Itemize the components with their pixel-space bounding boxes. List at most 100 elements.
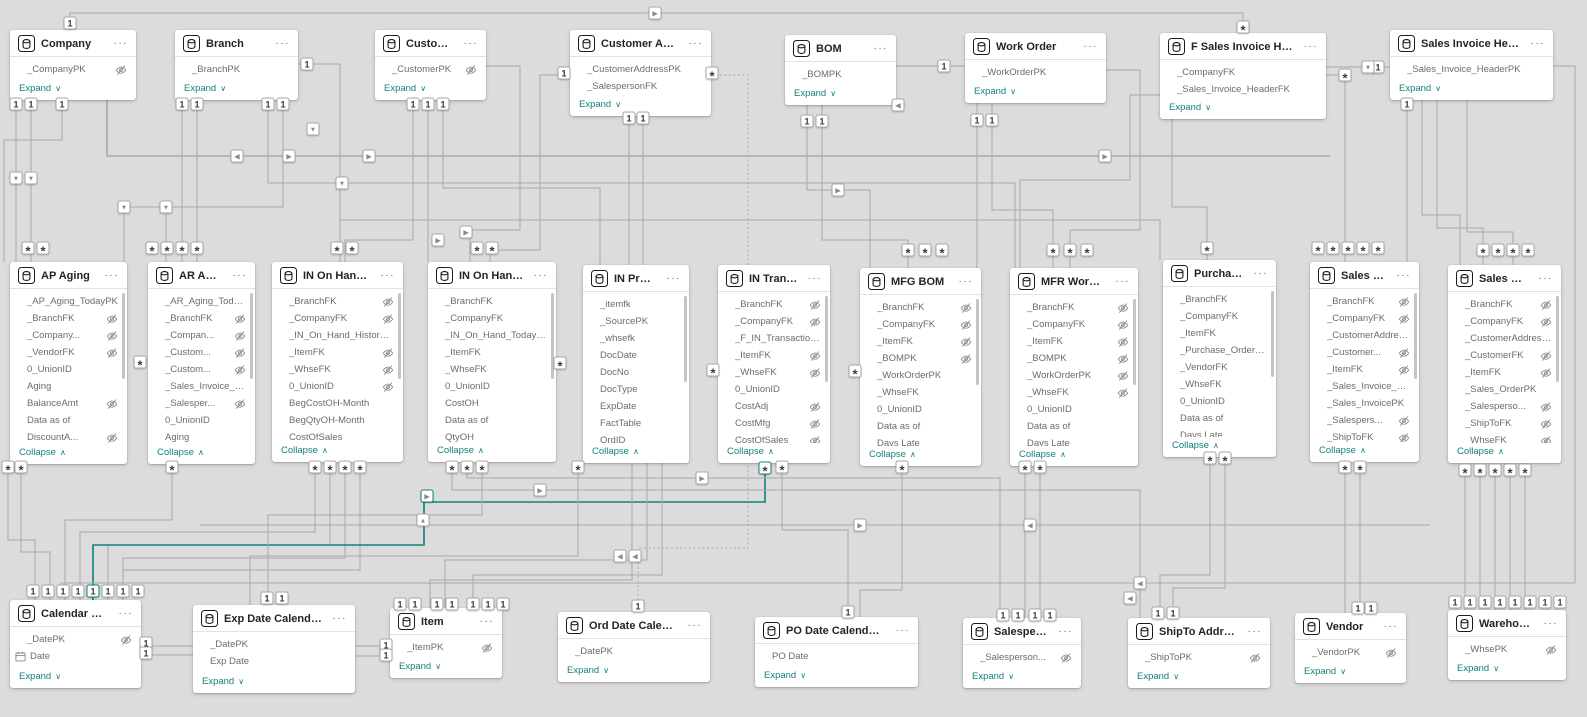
relationship-line[interactable]: [1173, 455, 1225, 618]
scrollbar-thumb[interactable]: [398, 293, 401, 379]
field-f-in-transactionpk[interactable]: _F_IN_TransactionPK: [718, 330, 830, 347]
hidden-eye-icon[interactable]: [1060, 652, 1072, 664]
field-whsefk[interactable]: _WhseFK: [718, 364, 830, 381]
hidden-eye-icon[interactable]: [1540, 401, 1552, 413]
collapse-toggle[interactable]: Collapse∧: [1310, 442, 1419, 462]
hidden-eye-icon[interactable]: [234, 330, 246, 342]
expand-toggle[interactable]: Expand∨: [965, 83, 1106, 103]
collapse-toggle[interactable]: Collapse∧: [718, 443, 830, 463]
field-workorderpk[interactable]: _WorkOrderPK: [860, 367, 981, 384]
relationship-line[interactable]: [992, 103, 1053, 268]
hidden-eye-icon[interactable]: [106, 432, 118, 444]
field-docno[interactable]: DocNo: [583, 364, 689, 381]
field-companyfk[interactable]: _CompanyFK: [1160, 64, 1326, 81]
field-company[interactable]: _Company...: [10, 327, 127, 344]
more-options-button[interactable]: ···: [476, 618, 495, 626]
field-whsefk[interactable]: _WhseFK: [1163, 376, 1276, 393]
field-0-unionid[interactable]: 0_UnionID: [860, 401, 981, 418]
field-datepk[interactable]: _DatePK: [10, 631, 141, 648]
more-options-button[interactable]: ···: [1244, 628, 1263, 636]
field-data-as-of[interactable]: Data as of: [860, 418, 981, 435]
field-salesper[interactable]: _Salesper...: [148, 395, 255, 412]
hidden-eye-icon[interactable]: [809, 316, 821, 328]
relationship-line[interactable]: [250, 464, 578, 605]
field-companyfk[interactable]: _CompanyFK: [428, 310, 556, 327]
table-card-mfr-work-order[interactable]: MFR Work Order···_BranchFK_CompanyFK_Ite…: [1010, 268, 1138, 466]
field-branchfk[interactable]: _BranchFK: [10, 310, 127, 327]
field-workorderpk[interactable]: _WorkOrderPK: [965, 64, 1106, 81]
more-options-button[interactable]: ···: [1380, 623, 1399, 631]
table-card-sales-invoice-header[interactable]: Sales Invoice Header···_Sales_Invoice_He…: [1390, 30, 1553, 100]
relationship-line[interactable]: [430, 462, 632, 608]
expand-toggle[interactable]: Expand∨: [1390, 80, 1553, 100]
hidden-eye-icon[interactable]: [382, 296, 394, 308]
relationship-line[interactable]: [1020, 95, 1160, 268]
more-options-button[interactable]: ···: [1535, 275, 1554, 283]
field-sales-invoice-headerpk[interactable]: _Sales_Invoice_HeaderPK: [1390, 61, 1553, 78]
more-options-button[interactable]: ···: [870, 45, 889, 53]
field-0-unionid[interactable]: 0_UnionID: [148, 412, 255, 429]
relationship-line[interactable]: [1172, 118, 1207, 260]
field-aging[interactable]: Aging: [148, 429, 255, 444]
field-itemfk[interactable]: _ItemFK: [1448, 364, 1561, 381]
more-options-button[interactable]: ···: [115, 610, 134, 618]
field-sales-invoice-headerfk[interactable]: _Sales_Invoice_HeaderFK: [1160, 81, 1326, 98]
field-whsefk[interactable]: _WhseFK: [428, 361, 556, 378]
hidden-eye-icon[interactable]: [1540, 367, 1552, 379]
more-options-button[interactable]: ···: [1393, 272, 1412, 280]
field-data-as-of[interactable]: Data as of: [428, 412, 556, 429]
more-options-button[interactable]: ···: [1250, 270, 1269, 278]
field-expdate[interactable]: ExpDate: [583, 398, 689, 415]
field-vendorfk[interactable]: _VendorFK: [10, 344, 127, 361]
table-card-f-sales-invoice-header[interactable]: F Sales Invoice Header···_CompanyFK_Sale…: [1160, 33, 1326, 119]
more-options-button[interactable]: ···: [1055, 628, 1074, 636]
hidden-eye-icon[interactable]: [234, 364, 246, 376]
field-days-late[interactable]: Days Late: [1010, 435, 1138, 446]
field-aging[interactable]: Aging: [10, 378, 127, 395]
field-begqtyoh-month[interactable]: BegQtyOH-Month: [272, 412, 403, 429]
hidden-eye-icon[interactable]: [809, 367, 821, 379]
field-sales-invoice-head[interactable]: _Sales_Invoice_Head...: [1310, 378, 1419, 395]
table-card-ar-aging[interactable]: AR Aging···_AR_Aging_TodayPK_BranchFK_Co…: [148, 262, 255, 464]
scrollbar-thumb[interactable]: [976, 299, 979, 385]
hidden-eye-icon[interactable]: [1545, 644, 1557, 656]
scrollbar-thumb[interactable]: [1556, 296, 1559, 382]
field-salesperson[interactable]: _Salesperson...: [963, 649, 1081, 666]
field-branchfk[interactable]: _BranchFK: [148, 310, 255, 327]
more-options-button[interactable]: ···: [229, 272, 248, 280]
table-card-calendar-fiscal[interactable]: Calendar Fiscal···_DatePKDateExpand∨: [10, 600, 141, 688]
more-options-button[interactable]: ···: [530, 272, 549, 280]
field-itemfk[interactable]: _ItemFK: [1010, 333, 1138, 350]
field-whsepk[interactable]: _WhsePK: [1448, 641, 1566, 658]
hidden-eye-icon[interactable]: [960, 302, 972, 314]
collapse-toggle[interactable]: Collapse∧: [10, 444, 127, 464]
field-customeraddressfk[interactable]: _CustomerAddressFK: [1310, 327, 1419, 344]
table-card-in-projection[interactable]: IN Projection···_itemfk_SourcePK_whsefkD…: [583, 265, 689, 463]
hidden-eye-icon[interactable]: [1398, 313, 1410, 325]
field-0-unionid[interactable]: 0_UnionID: [10, 361, 127, 378]
field-itempk[interactable]: _ItemPK: [390, 639, 502, 656]
expand-toggle[interactable]: Expand∨: [1128, 668, 1270, 688]
field-costoh[interactable]: CostOH: [428, 395, 556, 412]
field-datepk[interactable]: _DatePK: [193, 636, 355, 653]
field-ap-aging-todaypk[interactable]: _AP_Aging_TodayPK: [10, 293, 127, 310]
expand-toggle[interactable]: Expand∨: [1160, 99, 1326, 119]
field-sales-orderpk[interactable]: _Sales_OrderPK: [1448, 381, 1561, 398]
field-sales-invoice-he[interactable]: _Sales_Invoice_He...: [148, 378, 255, 395]
hidden-eye-icon[interactable]: [809, 435, 821, 444]
hidden-eye-icon[interactable]: [120, 634, 132, 646]
hidden-eye-icon[interactable]: [1117, 353, 1129, 365]
hidden-eye-icon[interactable]: [809, 299, 821, 311]
more-options-button[interactable]: ···: [1527, 40, 1546, 48]
field-bompk[interactable]: _BOMPK: [860, 350, 981, 367]
table-card-company[interactable]: Company···_CompanyPKExpand∨: [10, 30, 136, 100]
field-sourcepk[interactable]: _SourcePK: [583, 313, 689, 330]
hidden-eye-icon[interactable]: [1540, 299, 1552, 311]
table-card-mfg-bom[interactable]: MFG BOM···_BranchFK_CompanyFK_ItemFK_BOM…: [860, 268, 981, 466]
expand-toggle[interactable]: Expand∨: [10, 668, 141, 688]
field-facttable[interactable]: FactTable: [583, 415, 689, 432]
collapse-toggle[interactable]: Collapse∧: [1448, 443, 1561, 463]
hidden-eye-icon[interactable]: [1117, 319, 1129, 331]
field-purchase-orderpk[interactable]: _Purchase_OrderPK: [1163, 342, 1276, 359]
field-customeraddresspk[interactable]: _CustomerAddressPK: [570, 61, 711, 78]
